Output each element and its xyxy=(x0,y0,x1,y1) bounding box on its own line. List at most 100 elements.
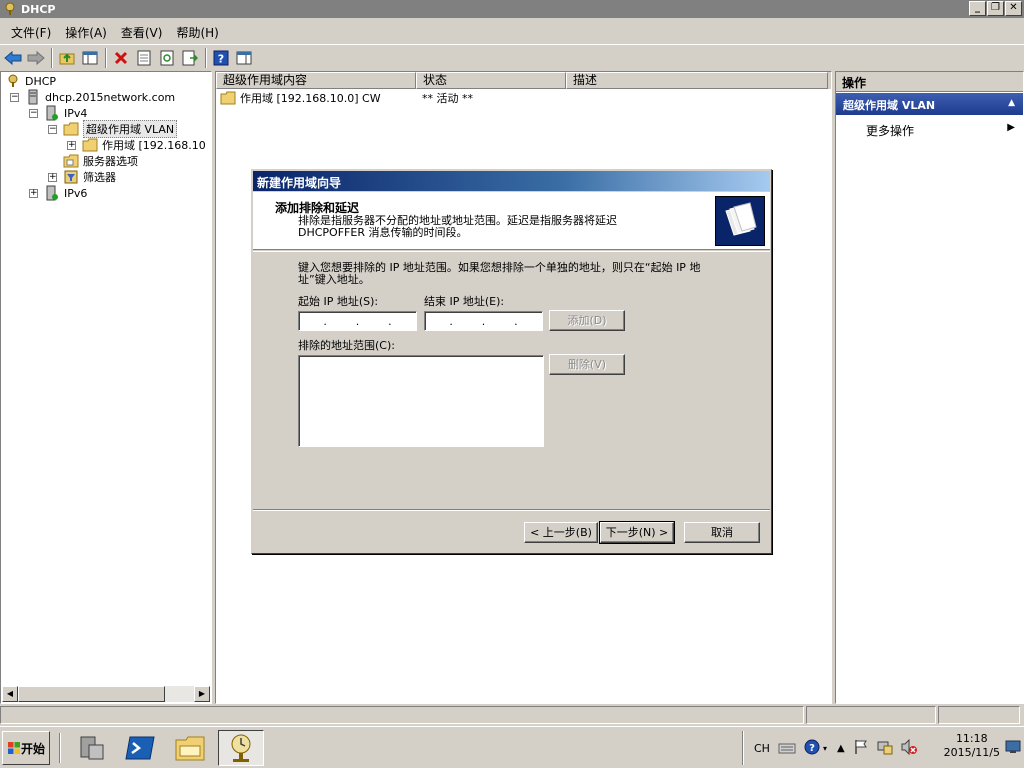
start-ip-input[interactable]: ... xyxy=(298,311,417,331)
action-center-flag-icon[interactable] xyxy=(853,739,869,758)
tree-item-superscope[interactable]: − 超级作用域 VLAN xyxy=(48,120,178,138)
tree-item-server-options[interactable]: 服务器选项 xyxy=(63,153,138,169)
folder-icon xyxy=(63,121,79,137)
console-tree[interactable]: DHCP − dhcp.2015network.com − IPv4 − 超级作… xyxy=(0,71,212,704)
column-header-content[interactable]: 超级作用域内容 xyxy=(216,72,416,89)
file-explorer-icon[interactable] xyxy=(170,730,210,766)
list-item-status: ** 活动 ** xyxy=(422,92,473,105)
wizard-description: 排除是指服务器不分配的地址或地址范围。延迟是指服务器将延迟 DHCPOFFER … xyxy=(298,214,617,239)
clock-time: 11:18 xyxy=(955,732,988,745)
list-header: 超级作用域内容 状态 描述 xyxy=(216,72,831,89)
menu-action[interactable]: 操作(A) xyxy=(58,24,114,41)
scroll-right-arrow-icon[interactable]: ▶ xyxy=(194,686,210,702)
start-button[interactable]: 开始 xyxy=(2,731,50,765)
window-title: DHCP xyxy=(21,2,56,16)
action-pane-title: 操作 xyxy=(836,72,1023,92)
windows-logo-icon xyxy=(7,742,20,754)
filter-icon xyxy=(63,169,79,185)
server-manager-icon[interactable] xyxy=(72,730,112,766)
action-pane: 操作 超级作用域 VLAN ▲ 更多操作 ▶ xyxy=(835,71,1024,704)
help-icon[interactable]: ? xyxy=(210,47,232,69)
column-header-status[interactable]: 状态 xyxy=(416,72,566,89)
toolbar: ? xyxy=(0,44,1024,70)
keyboard-icon[interactable] xyxy=(778,740,796,757)
restore-button[interactable]: ❐ xyxy=(987,1,1004,16)
scroll-thumb[interactable] xyxy=(18,686,165,702)
new-scope-wizard-dialog: 新建作用域向导 添加排除和延迟 排除是指服务器不分配的地址或地址范围。延迟是指服… xyxy=(251,169,772,554)
tray-separator xyxy=(742,731,744,765)
show-action-pane-icon[interactable] xyxy=(233,47,255,69)
refresh-icon[interactable] xyxy=(156,47,178,69)
show-hidden-icons-icon[interactable]: ▲ xyxy=(837,743,845,754)
close-button[interactable]: ✕ xyxy=(1005,1,1022,16)
dhcp-app-icon xyxy=(5,2,15,15)
menu-view[interactable]: 查看(V) xyxy=(114,24,170,41)
status-cell-3 xyxy=(938,706,1020,724)
minimize-button[interactable]: _ xyxy=(969,1,986,16)
help-tray-icon[interactable]: ? xyxy=(804,739,820,758)
tree-item-ipv4[interactable]: − IPv4 xyxy=(29,105,87,121)
dhcp-taskbar-icon[interactable] xyxy=(218,730,264,766)
tree-item-filters[interactable]: + 筛选器 xyxy=(48,169,116,185)
svg-text:?: ? xyxy=(218,52,224,65)
action-section-superscope[interactable]: 超级作用域 VLAN ▲ xyxy=(836,93,1023,115)
forward-arrow-icon[interactable] xyxy=(25,47,47,69)
tree-horizontal-scrollbar[interactable]: ◀ ▶ xyxy=(2,686,210,702)
powershell-icon[interactable] xyxy=(120,730,160,766)
more-actions-item[interactable]: 更多操作 xyxy=(866,122,914,139)
column-header-description[interactable]: 描述 xyxy=(566,72,828,89)
collapse-toggle[interactable]: − xyxy=(10,92,19,102)
toolbar-separator xyxy=(51,47,53,68)
properties-icon[interactable] xyxy=(133,47,155,69)
footer-divider xyxy=(253,509,770,511)
show-hide-tree-icon[interactable] xyxy=(79,47,101,69)
ime-options-icon[interactable]: ▾ xyxy=(823,744,827,752)
taskbar-clock[interactable]: 11:18 2015/11/5 xyxy=(944,732,1000,760)
cancel-button[interactable]: 取消 xyxy=(684,522,760,543)
folder-options-icon xyxy=(63,153,79,169)
scroll-left-arrow-icon[interactable]: ◀ xyxy=(2,686,18,702)
expand-toggle[interactable]: + xyxy=(29,188,38,198)
toolbar-separator xyxy=(105,47,107,68)
add-button[interactable]: 添加(D) xyxy=(549,310,625,331)
export-list-icon[interactable] xyxy=(179,47,201,69)
ipv4-icon xyxy=(44,105,60,121)
excluded-range-list[interactable] xyxy=(298,355,544,447)
back-button[interactable]: < 上一步(B) xyxy=(524,522,598,543)
taskbar: 开始 CH ? ▾ ▲ 11:18 2015/11/5 xyxy=(0,726,1024,768)
tree-item-server[interactable]: − dhcp.2015network.com xyxy=(10,89,175,105)
collapse-up-icon[interactable]: ▲ xyxy=(1008,98,1015,108)
language-indicator[interactable]: CH xyxy=(754,742,770,755)
submenu-arrow-icon: ▶ xyxy=(1007,122,1015,133)
tree-item-dhcp[interactable]: DHCP xyxy=(5,73,56,89)
collapse-toggle[interactable]: − xyxy=(29,108,38,118)
next-button[interactable]: 下一步(N) > xyxy=(599,521,675,544)
start-ip-label: 起始 IP 地址(S): xyxy=(298,295,379,308)
expand-toggle[interactable]: + xyxy=(67,140,76,150)
wizard-header: 添加排除和延迟 排除是指服务器不分配的地址或地址范围。延迟是指服务器将延迟 DH… xyxy=(253,192,770,250)
end-ip-input[interactable]: ... xyxy=(424,311,543,331)
volume-muted-icon[interactable] xyxy=(901,738,917,758)
tree-item-ipv6[interactable]: + IPv6 xyxy=(29,185,87,201)
network-icon[interactable] xyxy=(877,739,893,758)
remove-button[interactable]: 删除(V) xyxy=(549,354,625,375)
exclusion-instruction: 键入您想要排除的 IP 地址范围。如果您想排除一个单独的地址，则只在“起始 IP… xyxy=(298,261,701,286)
ipv6-icon xyxy=(44,185,60,201)
list-item[interactable]: 作用域 [192.168.10.0] CW ** 活动 ** xyxy=(220,90,572,106)
menu-file[interactable]: 文件(F) xyxy=(4,24,58,41)
wizard-folders-icon xyxy=(715,196,765,246)
title-bar: DHCP _ ❐ ✕ xyxy=(0,0,1024,18)
menu-bar: 文件(F) 操作(A) 查看(V) 帮助(H) xyxy=(0,22,1024,42)
svg-text:?: ? xyxy=(809,743,815,754)
back-arrow-icon[interactable] xyxy=(2,47,24,69)
tree-item-scope[interactable]: + 作用域 [192.168.10 xyxy=(67,137,206,153)
collapse-toggle[interactable]: − xyxy=(48,124,57,134)
expand-toggle[interactable]: + xyxy=(48,172,57,182)
header-divider xyxy=(253,251,770,252)
list-item-name: 作用域 [192.168.10.0] CW xyxy=(240,92,381,105)
taskbar-separator xyxy=(59,733,61,763)
delete-icon[interactable] xyxy=(110,47,132,69)
up-folder-icon[interactable] xyxy=(56,47,78,69)
show-desktop-icon[interactable] xyxy=(1005,740,1021,754)
menu-help[interactable]: 帮助(H) xyxy=(169,24,225,41)
